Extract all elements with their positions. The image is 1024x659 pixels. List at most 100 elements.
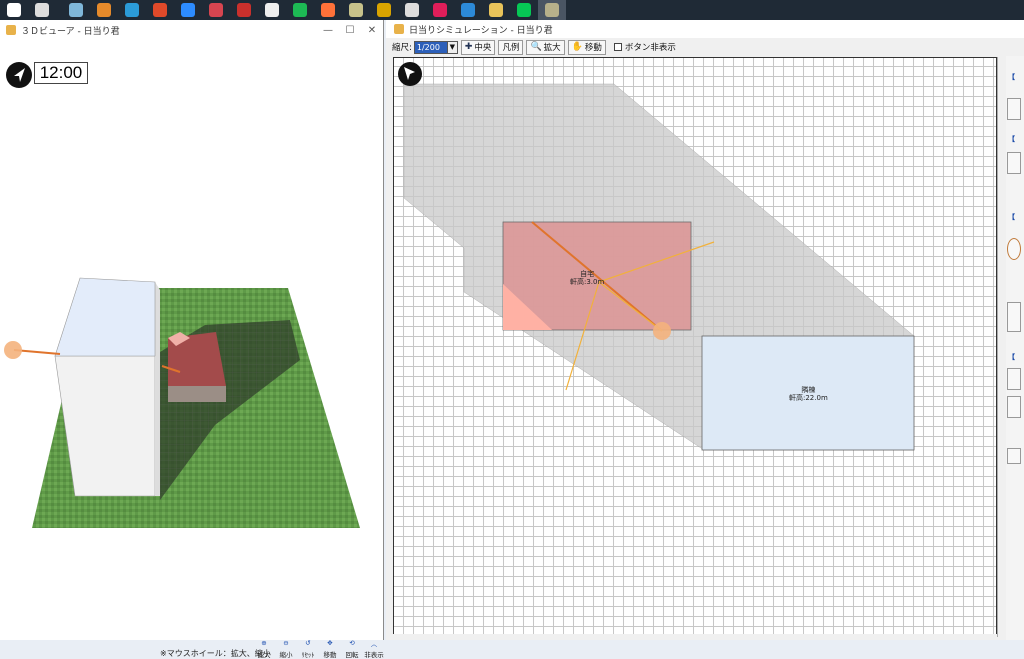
zoom-out-icon: ⊖ (283, 639, 289, 647)
app-alien-icon[interactable] (398, 0, 426, 20)
home-building-front (168, 386, 226, 402)
sun-app-icon[interactable] (370, 0, 398, 20)
sun-sim-icon[interactable] (538, 0, 566, 20)
side-panel-button[interactable] (1007, 448, 1021, 464)
windows-start-icon[interactable] (0, 0, 28, 20)
firefox-icon[interactable] (314, 0, 342, 20)
scene-3d[interactable] (0, 250, 384, 550)
vertical-scrollbar[interactable] (997, 57, 1005, 637)
side-panel-box[interactable] (1007, 302, 1021, 332)
task-view-icon[interactable] (28, 0, 56, 20)
side-panel-box[interactable] (1007, 368, 1021, 390)
minimize-icon[interactable]: — (317, 25, 339, 36)
hide-buttons-label: ボタン非表示 (624, 43, 676, 53)
app-red-icon[interactable] (202, 0, 230, 20)
hide-buttons-checkbox[interactable] (613, 43, 622, 51)
hand-icon: ✋ (571, 42, 583, 52)
plan-drawing (403, 83, 915, 451)
rotate-icon: ⟲ (349, 639, 355, 647)
scale-select[interactable]: 1/200 (413, 40, 448, 54)
scale-label: 縮尺: (392, 43, 412, 53)
spotify-icon[interactable] (286, 0, 314, 20)
calendar-icon-glyph (461, 3, 475, 17)
compass-icon[interactable] (6, 62, 32, 88)
simulation-titlebar: 日当りシミュレーション - 日当り君 (386, 20, 1024, 38)
line-icon[interactable] (510, 0, 538, 20)
sun-app-icon-glyph (377, 3, 391, 17)
simulation-window: 日当りシミュレーション - 日当り君 縮尺: 1/200 ▼ ✚ 中央 凡例 🔍 拡… (386, 20, 1024, 640)
app-bw-icon[interactable] (258, 0, 286, 20)
side-panel-marker: 【 (1008, 353, 1015, 361)
office-icon-glyph (153, 3, 167, 17)
viewer3d-title: ３Ｄビューア - 日当り君 (21, 26, 120, 37)
crosshair-icon: ✚ (464, 42, 473, 52)
media-app-icon[interactable] (90, 0, 118, 20)
tool-zoom-in-button[interactable]: ⊕ 拡大 (253, 637, 275, 659)
zoom-icon[interactable] (174, 0, 202, 20)
task-view-icon-glyph (35, 3, 49, 17)
move-button[interactable]: ✋ 移動 (567, 39, 606, 55)
media-app-icon-glyph (97, 3, 111, 17)
side-panel-box[interactable] (1007, 152, 1021, 174)
tool-label: ﾘｾｯﾄ (301, 651, 315, 659)
folder-icon[interactable] (482, 0, 510, 20)
line-icon-glyph (517, 3, 531, 17)
app-alien-icon-glyph (405, 3, 419, 17)
simulation-title: 日当りシミュレーション - 日当り君 (409, 25, 553, 36)
side-panel-marker: 【 (1008, 213, 1015, 221)
reset-icon: ↺ (305, 639, 311, 647)
neighbor-label: 隣棟 軒高:22.0m (789, 386, 828, 402)
taskbar (0, 0, 1024, 20)
tool-label: 縮小 (279, 651, 293, 659)
edge-browser-icon[interactable] (118, 0, 146, 20)
tool-label: 非表示 (364, 651, 384, 659)
neighbor-building-top (54, 277, 156, 357)
tool-label: 拡大 (257, 651, 271, 659)
tool-zoom-out-button[interactable]: ⊖ 縮小 (275, 637, 297, 659)
slack-icon-glyph (433, 3, 447, 17)
side-panel: 【 【 【 【 (1006, 56, 1024, 640)
tool-hide-button[interactable]: ︿ 非表示 (363, 637, 385, 659)
side-panel-box[interactable] (1007, 396, 1021, 418)
tool-reset-button[interactable]: ↺ ﾘｾｯﾄ (297, 637, 319, 659)
calendar-icon[interactable] (454, 0, 482, 20)
app-icon (6, 25, 16, 35)
app-circle-icon-glyph (349, 3, 363, 17)
office-icon[interactable] (146, 0, 174, 20)
maximize-icon[interactable]: ☐ (339, 25, 361, 36)
zoom-in-icon: ⊕ (261, 639, 267, 647)
close-icon[interactable]: ✕ (361, 25, 383, 36)
horizontal-scrollbar[interactable] (393, 634, 997, 640)
side-panel-marker: 【 (1008, 73, 1015, 81)
viewer3d-window: ３Ｄビューア - 日当り君 — ☐ ✕ 12:00 ※マウスホイール：拡大、縮小… (0, 20, 384, 659)
folder-icon-glyph (489, 3, 503, 17)
notebook-app-icon[interactable] (62, 0, 90, 20)
app-bw-icon-glyph (265, 3, 279, 17)
plan-canvas[interactable]: 自宅 軒高:3.0m 隣棟 軒高:22.0m (393, 57, 997, 637)
viewer3d-titlebar: ３Ｄビューア - 日当り君 — ☐ ✕ (0, 20, 383, 40)
zoom-icon-glyph (181, 3, 195, 17)
chevron-down-icon[interactable]: ▼ (447, 40, 458, 54)
time-display: 12:00 (34, 62, 88, 84)
neighbor-building-side (155, 282, 160, 496)
app-circle-icon[interactable] (342, 0, 370, 20)
sun-position (653, 322, 671, 340)
tool-label: 移動 (323, 651, 337, 659)
app-red2-icon[interactable] (230, 0, 258, 20)
app-icon (394, 24, 404, 34)
move-icon: ✥ (327, 639, 333, 647)
side-panel-box[interactable] (1007, 98, 1021, 120)
legend-button[interactable]: 凡例 (498, 39, 524, 55)
simulation-toolbar: 縮尺: 1/200 ▼ ✚ 中央 凡例 🔍 拡大 ✋ 移動 ボタン非表示 (386, 38, 1006, 56)
home-label: 自宅 軒高:3.0m (570, 270, 605, 286)
side-panel-dial[interactable] (1007, 238, 1021, 260)
compass-icon[interactable] (398, 62, 422, 86)
tool-rotate-button[interactable]: ⟲ 回転 (341, 637, 363, 659)
app-red-icon-glyph (209, 3, 223, 17)
side-panel-marker: 【 (1008, 135, 1015, 143)
spotify-icon-glyph (293, 3, 307, 17)
tool-move-button[interactable]: ✥ 移動 (319, 637, 341, 659)
zoom-button[interactable]: 🔍 拡大 (526, 39, 565, 55)
center-button[interactable]: ✚ 中央 (460, 39, 496, 55)
slack-icon[interactable] (426, 0, 454, 20)
